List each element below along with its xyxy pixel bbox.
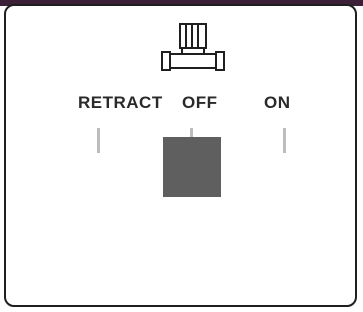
- position-tick-on: [283, 128, 286, 153]
- position-label-retract: RETRACT: [78, 93, 163, 112]
- position-tick-retract: [97, 128, 100, 153]
- pump-icon: [161, 23, 225, 71]
- pump-control-panel: RETRACT OFF ON: [4, 4, 357, 307]
- position-label-on: ON: [264, 93, 291, 112]
- selector-knob[interactable]: [163, 137, 221, 197]
- position-label-off: OFF: [182, 93, 218, 112]
